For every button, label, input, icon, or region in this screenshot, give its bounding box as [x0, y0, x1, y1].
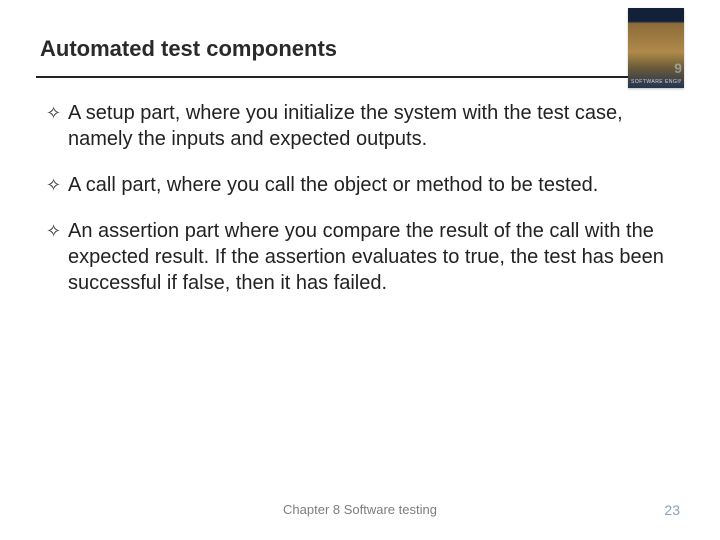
- slide: Automated test components 9 SOFTWARE ENG…: [0, 0, 720, 540]
- bullet-marker-icon: ✧: [46, 172, 68, 198]
- list-item: ✧ An assertion part where you compare th…: [46, 218, 674, 296]
- footer-chapter: Chapter 8 Software testing: [0, 502, 720, 517]
- list-item: ✧ A call part, where you call the object…: [46, 172, 674, 198]
- bullet-text: A setup part, where you initialize the s…: [68, 100, 674, 152]
- slide-header: Automated test components 9 SOFTWARE ENG…: [0, 0, 720, 62]
- bullet-text: A call part, where you call the object o…: [68, 172, 598, 198]
- slide-title: Automated test components: [40, 36, 680, 62]
- bullet-marker-icon: ✧: [46, 100, 68, 126]
- book-edition-number: 9: [674, 60, 682, 76]
- slide-content: ✧ A setup part, where you initialize the…: [0, 78, 720, 296]
- list-item: ✧ A setup part, where you initialize the…: [46, 100, 674, 152]
- bullet-marker-icon: ✧: [46, 218, 68, 244]
- footer-page-number: 23: [664, 502, 680, 518]
- bullet-text: An assertion part where you compare the …: [68, 218, 674, 296]
- book-cover-subtitle: SOFTWARE ENGINEERING: [631, 79, 681, 85]
- slide-footer: Chapter 8 Software testing 23: [0, 502, 720, 522]
- book-cover-icon: 9 SOFTWARE ENGINEERING: [628, 8, 684, 88]
- book-cover-band: [628, 8, 684, 21]
